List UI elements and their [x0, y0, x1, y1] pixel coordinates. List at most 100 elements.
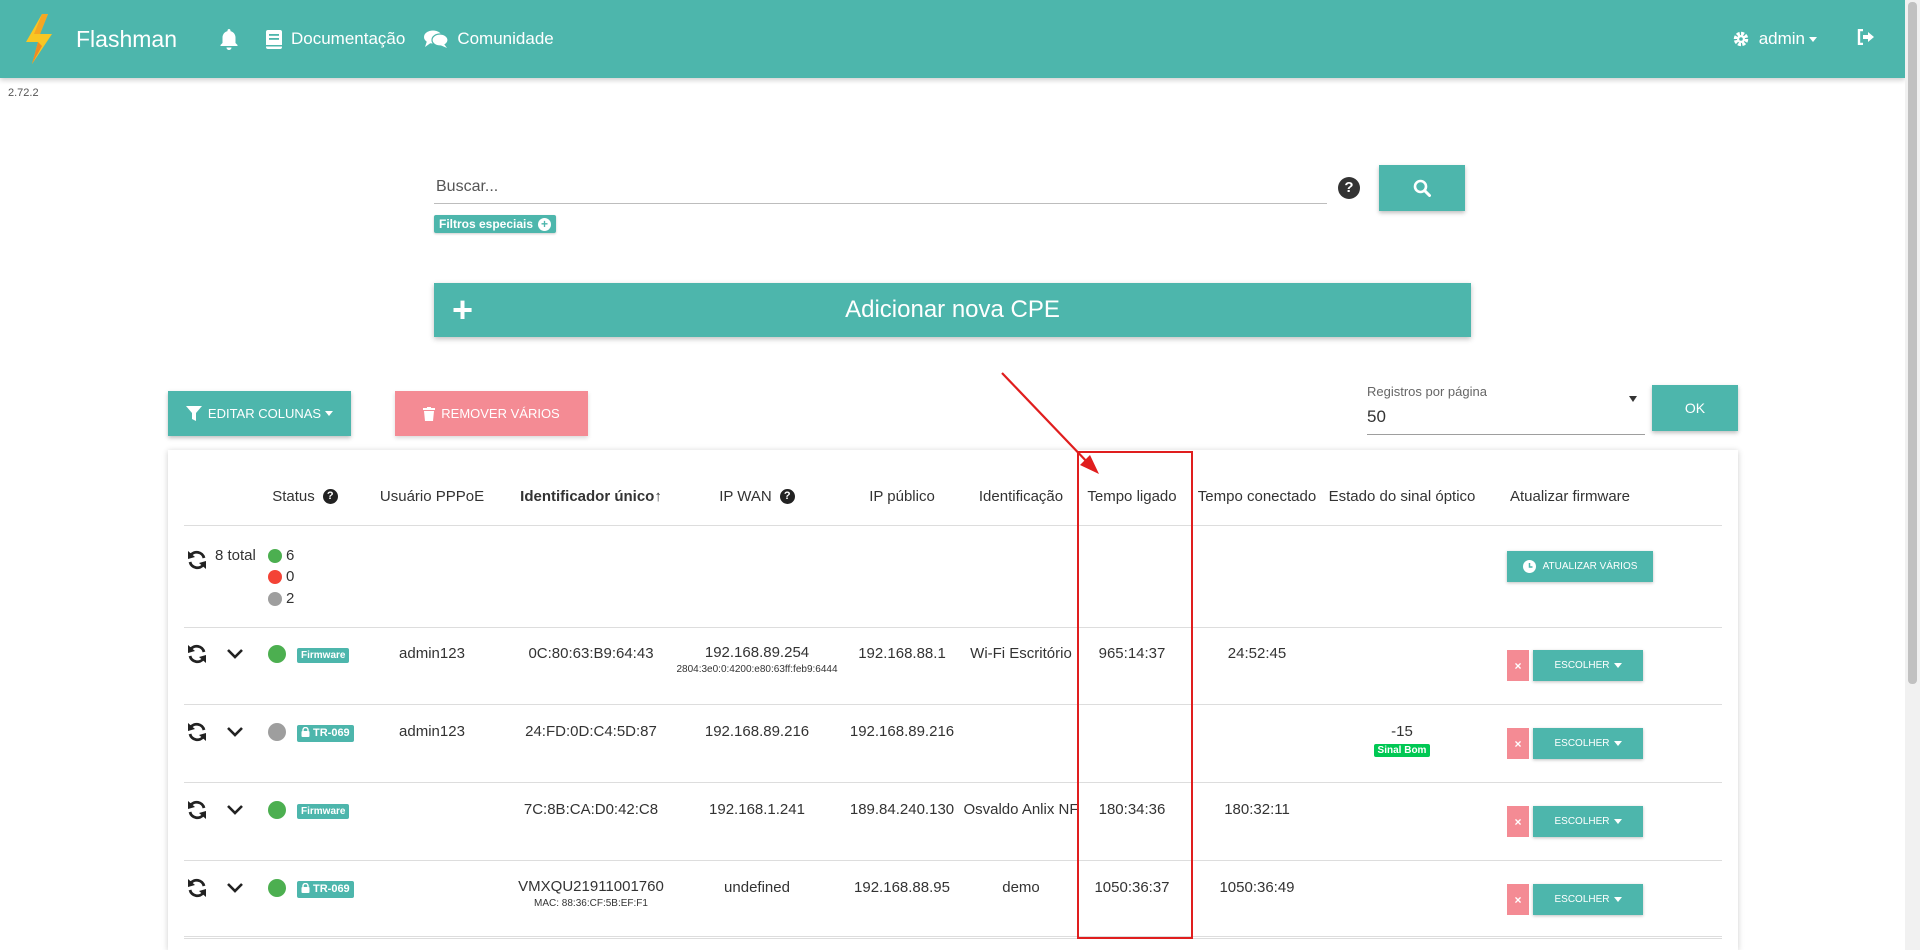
choose-firmware-button[interactable]: ESCOLHER [1533, 806, 1643, 837]
brand[interactable]: Flashman [20, 12, 177, 66]
admin-label: admin [1758, 29, 1805, 48]
search-icon [1413, 179, 1431, 197]
bell-icon [220, 29, 238, 50]
connected-time: 180:32:11 [1224, 801, 1290, 818]
scrollbar-thumb[interactable] [1908, 2, 1917, 684]
gear-icon [1733, 31, 1748, 47]
signal-quality-badge: Sinal Bom [1373, 744, 1431, 757]
header-status-label: Status [272, 487, 315, 505]
chevron-down-icon [1613, 741, 1622, 746]
devices-table-card: Status? Usuário PPPoE Identificador únic… [168, 450, 1738, 950]
logout-button[interactable] [1857, 28, 1875, 50]
refresh-icon[interactable] [187, 878, 207, 898]
summary-row: 8 total 6 0 2 ATUALIZAR VÁRIOS [184, 527, 1722, 628]
header-connected-time[interactable]: Tempo conectado [1192, 466, 1322, 526]
top-navbar: Flashman Documentação Comunidade admin [0, 0, 1905, 78]
table-header: Status? Usuário PPPoE Identificador únic… [184, 466, 1722, 526]
lock-icon [301, 882, 310, 893]
chevron-down-icon[interactable] [227, 805, 243, 815]
highlight-annotation-box [1077, 451, 1193, 939]
offline-dot [268, 570, 282, 585]
cancel-update-button[interactable]: × [1507, 806, 1529, 837]
update-many-button[interactable]: ATUALIZAR VÁRIOS [1507, 551, 1653, 582]
chevron-down-icon[interactable] [227, 649, 243, 659]
add-cpe-button[interactable]: + Adicionar nova CPE [434, 283, 1471, 337]
unique-id: VMXQU21911001760 MAC: 88:36:CF:5B:EF:F1 [501, 878, 681, 909]
choose-firmware-button[interactable]: ESCOLHER [1533, 884, 1643, 915]
header-ip-wan[interactable]: IP WAN? [687, 466, 827, 526]
optical-signal-value: -15 [1391, 723, 1413, 740]
header-pppoe[interactable]: Usuário PPPoE [367, 466, 497, 526]
identification: Osvaldo Anlix NF [963, 801, 1079, 818]
firmware-badge: Firmware [297, 648, 350, 663]
remove-many-label: REMOVER VÁRIOS [441, 406, 560, 421]
offline-count-value: 0 [286, 568, 295, 585]
page-scrollbar[interactable] [1905, 0, 1920, 950]
header-public-ip[interactable]: IP público [832, 466, 972, 526]
choose-firmware-button[interactable]: ESCOLHER [1533, 728, 1643, 759]
optical-signal: -15 Sinal Bom [1322, 723, 1482, 757]
identification: Wi-Fi Escritório [970, 645, 1072, 662]
ip-wan-value: 192.168.1.241 [709, 801, 805, 818]
per-page-label: Registros por página [1367, 384, 1487, 399]
header-unique-id[interactable]: Identificador único↑ [501, 466, 681, 526]
status-offline-count: 0 [268, 568, 294, 585]
search-button[interactable] [1379, 165, 1465, 211]
admin-menu[interactable]: admin [1732, 29, 1817, 49]
refresh-icon[interactable] [187, 550, 207, 570]
cancel-update-button[interactable]: × [1507, 884, 1529, 915]
choose-firmware-button[interactable]: ESCOLHER [1533, 650, 1643, 681]
question-circle-icon[interactable]: ? [322, 488, 338, 504]
refresh-icon[interactable] [187, 722, 207, 742]
header-update-firmware[interactable]: Atualizar firmware [1490, 466, 1650, 526]
public-ip: 189.84.240.130 [849, 801, 955, 818]
cancel-update-button[interactable]: × [1507, 650, 1529, 681]
chevron-down-icon [1809, 36, 1817, 42]
chevron-down-icon [1613, 819, 1622, 824]
unknown-dot [268, 592, 282, 607]
chevron-down-icon[interactable] [227, 883, 243, 893]
nav-documentation[interactable]: Documentação [265, 29, 405, 50]
nav-documentation-label: Documentação [290, 29, 406, 48]
special-filters-chip[interactable]: Filtros especiais + [434, 215, 557, 233]
remove-many-button[interactable]: REMOVER VÁRIOS [395, 391, 588, 436]
badge-label: Firmware [301, 650, 346, 661]
ok-button[interactable]: OK [1652, 385, 1738, 431]
refresh-icon[interactable] [187, 800, 207, 820]
search-input[interactable] [434, 170, 1327, 204]
header-status[interactable]: Status? [265, 466, 345, 526]
tr069-badge: TR-069 [297, 881, 354, 898]
refresh-icon[interactable] [187, 644, 207, 664]
add-cpe-label: Adicionar nova CPE [845, 296, 1060, 323]
chevron-down-icon [1613, 897, 1622, 902]
notifications-button[interactable] [219, 28, 247, 50]
connected-time: 1050:36:49 [1219, 879, 1295, 896]
annotation-arrow [1001, 372, 1099, 474]
chevron-down-icon[interactable] [227, 727, 243, 737]
edit-columns-button[interactable]: EDITAR COLUNAS [168, 391, 351, 436]
per-page-select[interactable]: Registros por página 50 [1367, 381, 1645, 435]
question-circle-icon[interactable]: ? [779, 488, 795, 504]
ip-wan-value: 192.168.89.216 [704, 723, 810, 740]
ip-wan: 192.168.89.254 2804:3e0:0:4200:e80:63ff:f… [669, 644, 845, 675]
special-filters-label: Filtros especiais [439, 217, 534, 231]
sign-out-icon [1857, 28, 1874, 45]
header-ip-wan-label: IP WAN [719, 487, 772, 505]
status-unknown-count: 2 [268, 590, 294, 607]
chevron-down-icon [325, 411, 334, 416]
header-optical-signal[interactable]: Estado do sinal óptico [1322, 466, 1482, 526]
search-area [434, 170, 1327, 204]
nav-community[interactable]: Comunidade [423, 29, 554, 49]
ip-wan: 192.168.89.216 [669, 723, 845, 743]
unique-id-value: 24:FD:0D:C4:5D:87 [525, 723, 657, 740]
cancel-update-button[interactable]: × [1507, 728, 1529, 759]
total-count: 8 total [215, 547, 256, 564]
ip-wan-value: 192.168.89.254 [704, 644, 810, 661]
ip-wan: undefined [669, 879, 845, 899]
online-dot [268, 549, 282, 564]
badge-label: TR-069 [313, 883, 350, 895]
table-row: TR-069 admin123 24:FD:0D:C4:5D:87 192.16… [184, 705, 1722, 783]
search-help-icon[interactable]: ? [1338, 177, 1360, 199]
identification: demo [1002, 879, 1040, 896]
badge-label: TR-069 [313, 727, 350, 739]
